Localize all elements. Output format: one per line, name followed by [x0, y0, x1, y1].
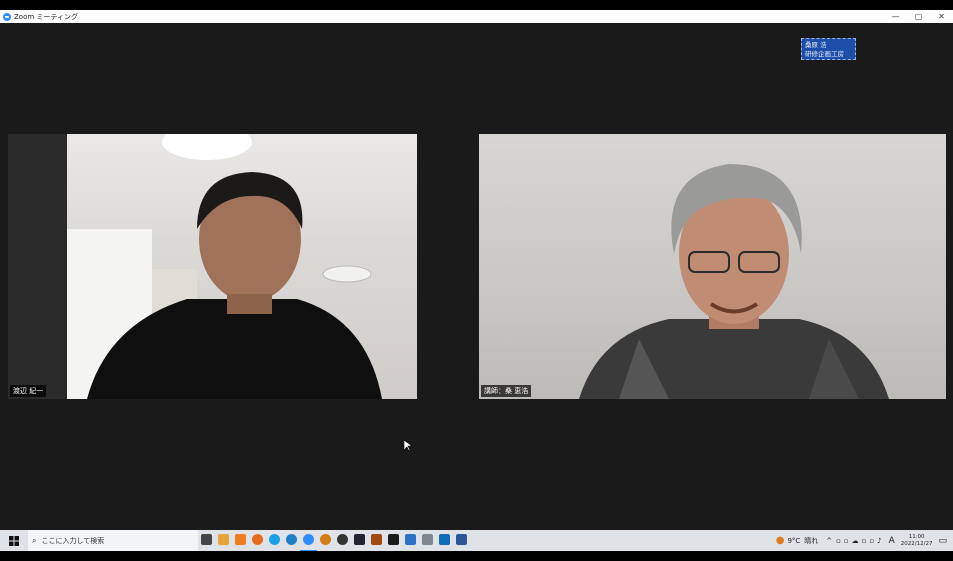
minimize-button[interactable]: —: [884, 10, 907, 23]
bottom-strip: [0, 551, 953, 561]
close-button[interactable]: ✕: [930, 10, 953, 23]
video-tile-2[interactable]: 講師：桑 恵浩: [479, 134, 946, 399]
zoom-logo-icon: [3, 12, 11, 21]
task-view-icon[interactable]: [198, 529, 215, 550]
title-bar: Zoom ミーティング — ▢ ✕: [0, 10, 953, 23]
tag-org: 研修企画工房: [805, 50, 844, 58]
tray-icons[interactable]: ▫▫☁▫▫♪: [836, 537, 884, 545]
search-placeholder: ここに入力して検索: [41, 536, 105, 545]
tag-name: 桑原 浩: [805, 41, 827, 49]
weather-icon: ●: [775, 535, 785, 546]
search-icon: ⌕: [32, 535, 37, 545]
app-icon-6[interactable]: [385, 529, 402, 550]
window-controls: — ▢ ✕: [884, 10, 953, 23]
weather-temp[interactable]: 9°C: [787, 537, 800, 545]
mouse-cursor-icon: [404, 440, 412, 452]
video-tile-1[interactable]: 渡辺 紀一: [8, 134, 417, 399]
app-icon-1[interactable]: [232, 529, 249, 550]
weather-condition[interactable]: 晴れ: [804, 536, 818, 546]
app-icon-4[interactable]: [351, 529, 368, 550]
clock-time: 11:00: [908, 533, 925, 540]
app-icon-3[interactable]: [334, 529, 351, 550]
notification-icon[interactable]: ▭: [938, 536, 947, 546]
outlook-icon[interactable]: [436, 529, 453, 550]
participant-2-name: 講師：桑 恵浩: [481, 385, 532, 397]
firefox-icon[interactable]: [249, 529, 266, 550]
start-button[interactable]: [0, 530, 28, 551]
participant-name-tag[interactable]: 桑原 浩 研修企画工房: [801, 38, 856, 60]
participant-1-video: [67, 134, 382, 399]
app-icon-7[interactable]: [402, 529, 419, 550]
edge-icon[interactable]: [283, 529, 300, 550]
app-icon-2[interactable]: [317, 529, 334, 550]
zoom-icon[interactable]: [300, 529, 317, 552]
camera-icon[interactable]: [419, 529, 436, 550]
taskbar: ⌕ ここに入力して検索 ● 9°C 晴れ ^ ▫▫☁▫▫♪ A 11:00 20…: [0, 529, 953, 552]
taskbar-apps: [198, 529, 470, 552]
restore-button[interactable]: ▢: [907, 10, 930, 23]
file-explorer-icon[interactable]: [215, 529, 232, 550]
app-icon-5[interactable]: [368, 529, 385, 550]
window-title: Zoom ミーティング: [14, 12, 78, 21]
word-icon[interactable]: [453, 529, 470, 550]
ime-indicator[interactable]: A: [889, 536, 895, 546]
system-tray: ● 9°C 晴れ ^ ▫▫☁▫▫♪ A 11:00 2022/12/27 ▭: [776, 530, 953, 551]
video-feed-1: [67, 134, 417, 399]
skype-icon[interactable]: [266, 529, 283, 550]
chevron-up-icon[interactable]: ^: [826, 537, 832, 545]
participant-2-video: [579, 164, 889, 399]
clock[interactable]: 11:00 2022/12/27: [901, 534, 933, 548]
taskbar-search-box[interactable]: ⌕ ここに入力して検索: [28, 530, 198, 551]
clock-date: 2022/12/27: [900, 540, 933, 547]
windows-logo-icon: [9, 535, 19, 546]
participant-1-name: 渡辺 紀一: [10, 385, 47, 397]
